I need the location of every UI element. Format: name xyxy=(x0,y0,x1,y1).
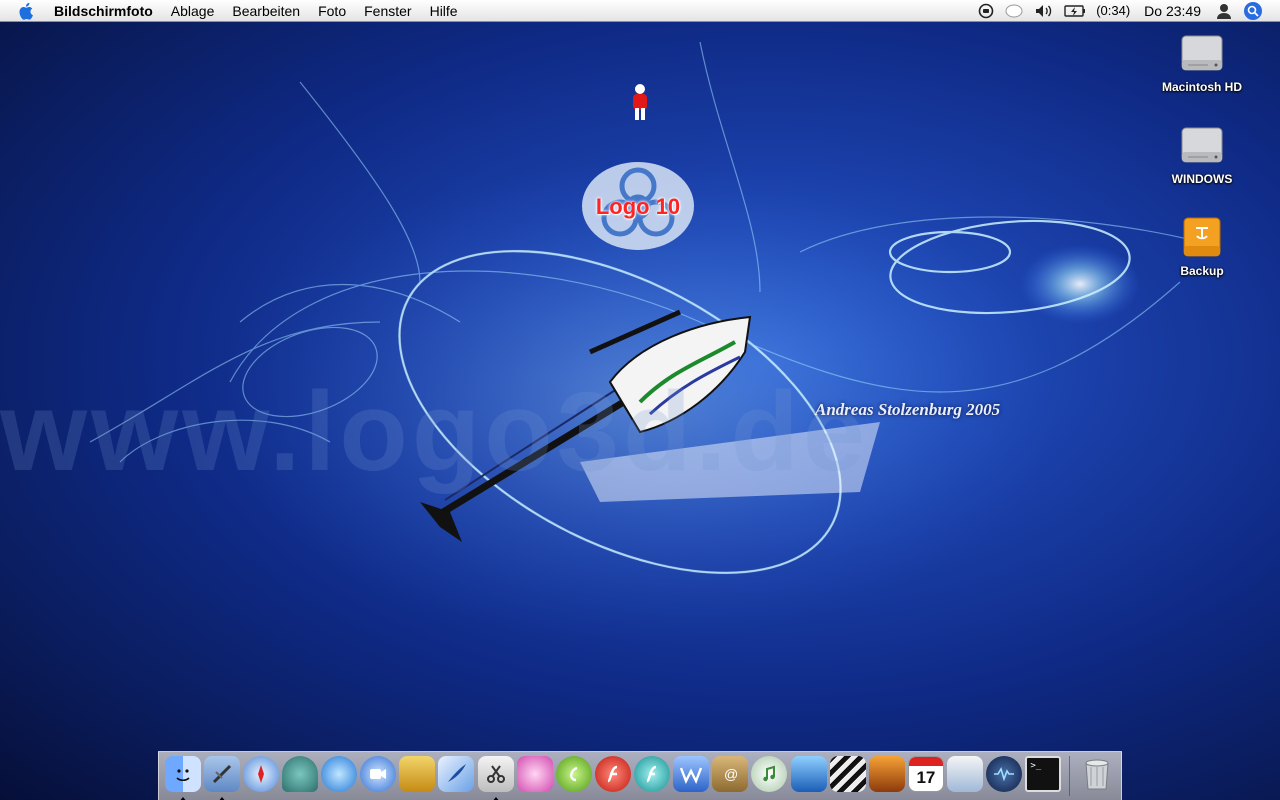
dock-iphoto[interactable] xyxy=(515,756,554,796)
trash-icon xyxy=(1079,756,1115,792)
ical-icon: 17 xyxy=(907,756,944,792)
menu-ablage[interactable]: Ablage xyxy=(162,0,224,22)
battery-time: (0:34) xyxy=(1096,3,1131,18)
network-globe-icon xyxy=(321,756,358,792)
hard-drive-icon xyxy=(1178,122,1226,170)
watermark-text: www.logo3d.de xyxy=(0,369,870,494)
app-menu[interactable]: Bildschirmfoto xyxy=(45,0,162,22)
iphoto-flower-icon xyxy=(516,756,553,792)
safari-icon xyxy=(242,756,279,792)
dock-word[interactable] xyxy=(672,756,711,796)
battery-icon[interactable] xyxy=(1059,0,1091,22)
flash-icon xyxy=(594,756,631,792)
hard-drive-icon xyxy=(1178,30,1226,78)
address-book-icon: @ xyxy=(712,756,749,792)
stuffit-icon xyxy=(947,756,984,792)
finder-icon xyxy=(164,756,201,792)
person-figure-icon xyxy=(628,82,652,122)
dock-mail[interactable] xyxy=(202,756,241,800)
fireworks-icon xyxy=(634,756,671,792)
desktop-icon-backup[interactable]: Backup xyxy=(1147,214,1257,278)
desktop-icon-label: Backup xyxy=(1180,264,1224,278)
desktop-icon-label: Macintosh HD xyxy=(1161,80,1242,94)
dock-flash[interactable] xyxy=(593,756,632,796)
spotlight-icon[interactable] xyxy=(1244,1,1262,20)
dock-ichat[interactable] xyxy=(359,756,398,796)
dock-terminal[interactable]: >_ xyxy=(1024,756,1063,796)
dock-separator xyxy=(1068,756,1070,796)
dock-network-globe[interactable] xyxy=(320,756,359,796)
final-cut-icon xyxy=(829,756,866,792)
photo-booth-icon xyxy=(868,756,905,792)
dock-trash[interactable] xyxy=(1078,756,1117,796)
desktop-icon-macintosh-hd[interactable]: Macintosh HD xyxy=(1147,30,1257,94)
logo-10-label: Logo 10 xyxy=(595,194,681,219)
desktop-wallpaper: www.logo3d.de Andreas Stolzenburg 2005 L… xyxy=(0,22,1280,750)
menu-bearbeiten[interactable]: Bearbeiten xyxy=(223,0,309,22)
desktop-icon-label: WINDOWS xyxy=(1171,172,1233,186)
apple-menu-icon[interactable] xyxy=(17,1,37,21)
menu-bar: Bildschirmfoto Ablage Bearbeiten Foto Fe… xyxy=(0,0,1280,22)
menu-fenster[interactable]: Fenster xyxy=(355,0,420,22)
ical-header xyxy=(908,757,943,766)
dock-photo-booth[interactable] xyxy=(867,756,906,796)
dock-quill[interactable] xyxy=(437,756,476,796)
dock-dreamweaver[interactable] xyxy=(554,756,593,796)
dock-finder[interactable] xyxy=(163,756,202,800)
dock-itunes[interactable] xyxy=(750,756,789,796)
mail-icon xyxy=(203,756,240,792)
dock-transmit[interactable] xyxy=(398,756,437,796)
terminal-icon: >_ xyxy=(1025,756,1062,792)
itunes-icon xyxy=(751,756,788,792)
dock-fireworks[interactable] xyxy=(633,756,672,796)
svg-text:@: @ xyxy=(724,766,738,782)
dock-safari[interactable] xyxy=(241,756,280,796)
sync-icon[interactable] xyxy=(973,0,999,22)
dock-screenshot[interactable] xyxy=(476,756,515,800)
imovie-icon xyxy=(790,756,827,792)
menu-foto[interactable]: Foto xyxy=(309,0,355,22)
word-icon xyxy=(673,756,710,792)
screenshot-scissors-icon xyxy=(477,756,514,792)
user-icon[interactable] xyxy=(1210,0,1238,22)
dock-stuffit[interactable] xyxy=(946,756,985,796)
dock: @ 17 >_ xyxy=(158,751,1122,800)
dock-ical[interactable]: 17 xyxy=(906,756,945,796)
quill-icon xyxy=(438,756,475,792)
dock-network-utility[interactable] xyxy=(985,756,1024,796)
ichat-icon xyxy=(360,756,397,792)
ical-day: 17 xyxy=(916,768,936,787)
dock-address-book[interactable]: @ xyxy=(711,756,750,796)
dreamweaver-icon xyxy=(555,756,592,792)
artist-signature: Andreas Stolzenburg 2005 xyxy=(815,400,1001,419)
dashboard-icon xyxy=(281,756,318,792)
dock-final-cut[interactable] xyxy=(828,756,867,796)
speech-icon[interactable] xyxy=(999,0,1029,22)
logo-10-emblem: Logo 10 xyxy=(578,160,698,252)
network-utility-icon xyxy=(986,756,1023,792)
clock[interactable]: Do 23:49 xyxy=(1135,0,1210,22)
dock-dashboard[interactable] xyxy=(280,756,319,796)
dock-imovie[interactable] xyxy=(789,756,828,796)
volume-icon[interactable] xyxy=(1029,0,1059,22)
menu-hilfe[interactable]: Hilfe xyxy=(421,0,467,22)
desktop-icon-windows[interactable]: WINDOWS xyxy=(1147,122,1257,186)
transmit-truck-icon xyxy=(399,756,436,792)
firewire-drive-icon xyxy=(1178,214,1226,262)
